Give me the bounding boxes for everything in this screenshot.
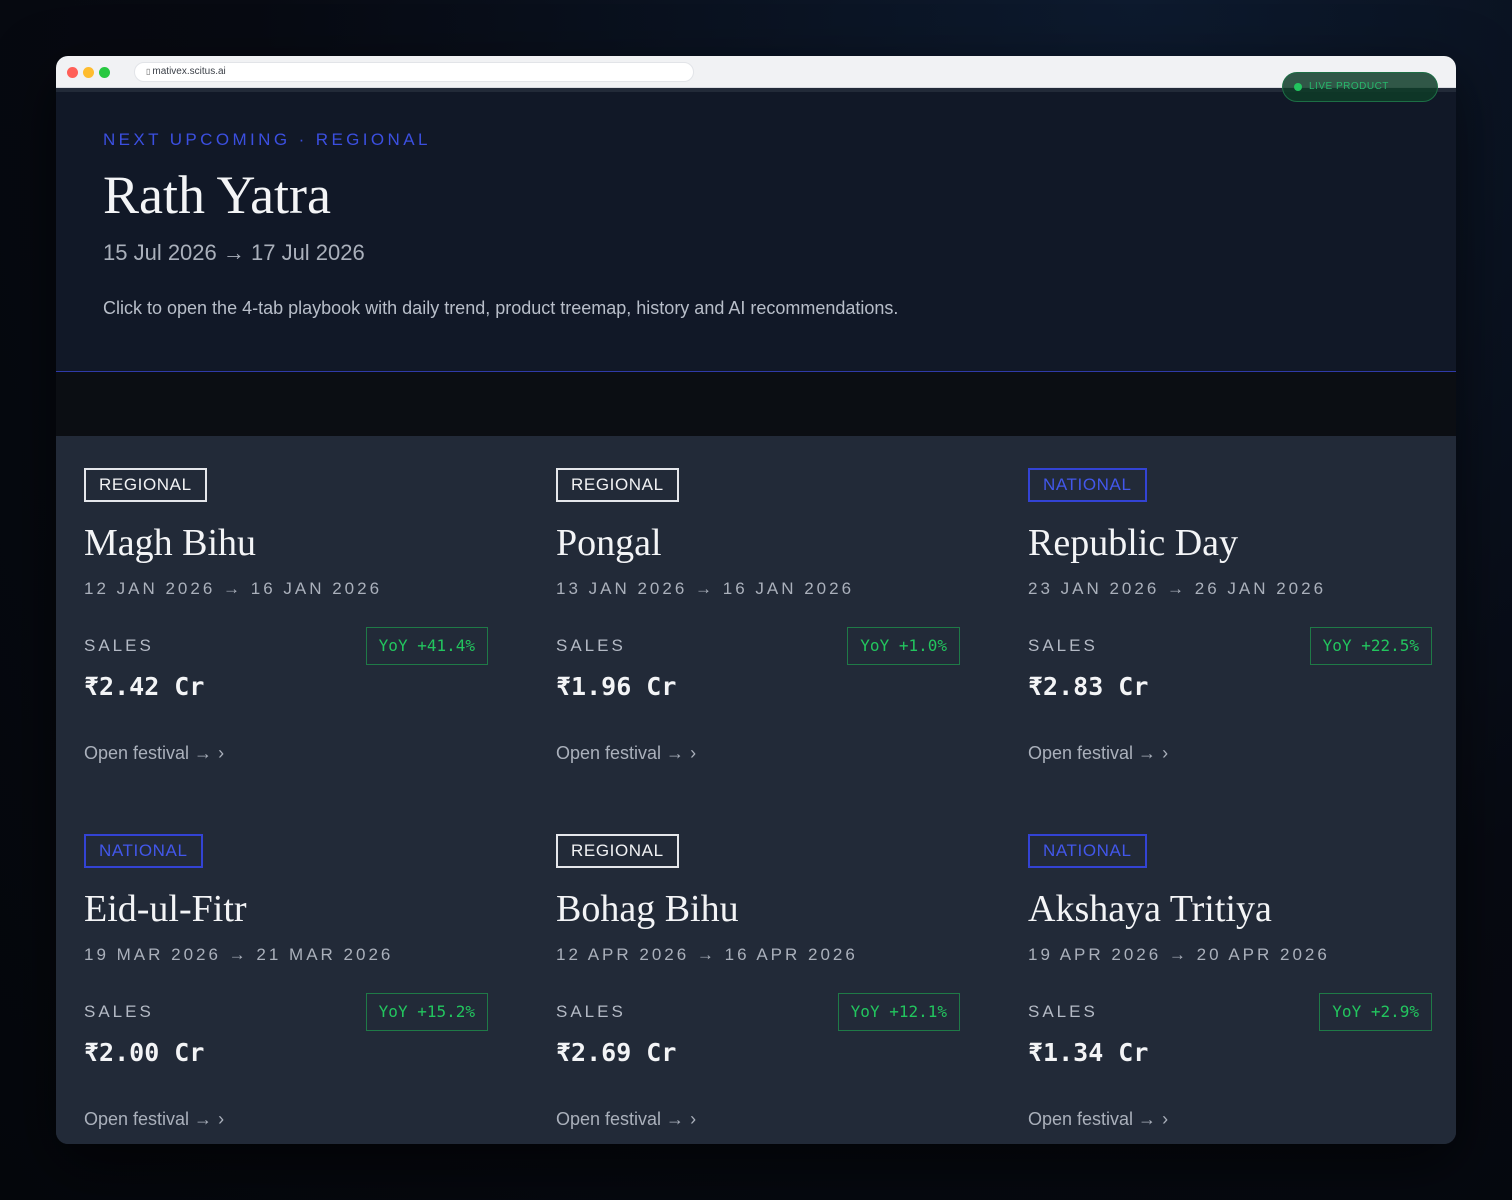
open-festival-link[interactable]: Open festival → › [1028, 743, 1168, 764]
yoy-badge: YoY +2.9% [1319, 993, 1432, 1031]
live-product-badge: LIVE PRODUCT [1282, 72, 1438, 102]
minimize-window-button[interactable] [83, 67, 94, 78]
yoy-badge: YoY +12.1% [837, 993, 960, 1031]
open-festival-link[interactable]: Open festival → › [556, 1109, 696, 1130]
chevron-right-icon: › [1162, 743, 1169, 763]
live-status-dot-icon [1294, 83, 1302, 91]
open-festival-label: Open festival → [1028, 743, 1157, 763]
open-festival-label: Open festival → [556, 1109, 685, 1129]
festival-card[interactable]: REGIONAL Pongal 13 JAN 2026 → 16 JAN 202… [556, 436, 960, 766]
browser-window: ▯ mativex.scitus.ai LIVE PRODUCT NEXT UPC… [56, 56, 1456, 1144]
hero-description: Click to open the 4-tab playbook with da… [103, 298, 899, 318]
sales-label: SALES [1028, 636, 1098, 655]
festival-name: Republic Day [1028, 522, 1239, 564]
chevron-right-icon: › [690, 1109, 697, 1129]
chevron-right-icon: › [218, 1109, 225, 1129]
section-divider-band [56, 372, 1456, 436]
festival-name: Eid-ul-Fitr [84, 888, 247, 930]
sales-value: ₹1.34 Cr [1028, 1038, 1149, 1067]
chevron-right-icon: › [1162, 1109, 1169, 1129]
festival-date-range: 13 JAN 2026 → 16 JAN 2026 [556, 579, 855, 598]
festival-name: Bohag Bihu [556, 888, 739, 930]
yoy-badge: YoY +41.4% [365, 627, 488, 665]
open-festival-link[interactable]: Open festival → › [84, 743, 224, 764]
yoy-badge: YoY +15.2% [365, 993, 488, 1031]
sales-label: SALES [84, 636, 154, 655]
next-upcoming-hero-card[interactable]: NEXT UPCOMING · REGIONAL Rath Yatra 15 J… [56, 92, 1456, 372]
sales-label: SALES [556, 1002, 626, 1021]
festival-tag: NATIONAL [1028, 834, 1147, 868]
sales-label: SALES [1028, 1002, 1098, 1021]
festival-grid: REGIONAL Magh Bihu 12 JAN 2026 → 16 JAN … [56, 436, 1456, 1144]
hero-eyebrow: NEXT UPCOMING · REGIONAL [103, 130, 431, 149]
sales-label: SALES [84, 1002, 154, 1021]
address-bar-url: mativex.scitus.ai [152, 66, 226, 77]
open-festival-link[interactable]: Open festival → › [1028, 1109, 1168, 1130]
yoy-badge: YoY +22.5% [1309, 627, 1432, 665]
address-bar[interactable]: ▯ mativex.scitus.ai [134, 62, 694, 82]
hero-dates: 15 Jul 2026 → 17 Jul 2026 [103, 240, 365, 265]
chevron-right-icon: › [690, 743, 697, 763]
festival-tag: NATIONAL [84, 834, 203, 868]
sales-value: ₹2.00 Cr [84, 1038, 205, 1067]
festival-date-range: 19 APR 2026 → 20 APR 2026 [1028, 945, 1330, 964]
festival-tag: REGIONAL [556, 834, 679, 868]
festival-name: Akshaya Tritiya [1028, 888, 1272, 930]
festival-card[interactable]: NATIONAL Eid-ul-Fitr 19 MAR 2026 → 21 MA… [84, 802, 488, 1132]
festival-date-range: 19 MAR 2026 → 21 MAR 2026 [84, 945, 394, 964]
chevron-right-icon: › [218, 743, 225, 763]
festival-card[interactable]: REGIONAL Bohag Bihu 12 APR 2026 → 16 APR… [556, 802, 960, 1132]
open-festival-label: Open festival → [84, 1109, 213, 1129]
festival-tag: REGIONAL [556, 468, 679, 502]
festival-name: Pongal [556, 522, 662, 564]
festival-date-range: 12 APR 2026 → 16 APR 2026 [556, 945, 858, 964]
festival-card[interactable]: REGIONAL Magh Bihu 12 JAN 2026 → 16 JAN … [84, 436, 488, 766]
hero-title: Rath Yatra [103, 165, 331, 225]
festival-card[interactable]: NATIONAL Akshaya Tritiya 19 APR 2026 → 2… [1028, 802, 1432, 1132]
live-product-label: LIVE PRODUCT [1309, 81, 1389, 92]
festival-tag: NATIONAL [1028, 468, 1147, 502]
open-festival-link[interactable]: Open festival → › [84, 1109, 224, 1130]
sales-label: SALES [556, 636, 626, 655]
close-window-button[interactable] [67, 67, 78, 78]
festival-date-range: 12 JAN 2026 → 16 JAN 2026 [84, 579, 383, 598]
open-festival-label: Open festival → [1028, 1109, 1157, 1129]
festival-date-range: 23 JAN 2026 → 26 JAN 2026 [1028, 579, 1327, 598]
festival-card[interactable]: NATIONAL Republic Day 23 JAN 2026 → 26 J… [1028, 436, 1432, 766]
festival-name: Magh Bihu [84, 522, 257, 564]
yoy-badge: YoY +1.0% [847, 627, 960, 665]
open-festival-label: Open festival → [556, 743, 685, 763]
sales-value: ₹2.83 Cr [1028, 672, 1149, 701]
sales-value: ₹2.69 Cr [556, 1038, 677, 1067]
lock-icon: ▯ [146, 67, 151, 76]
browser-chrome: ▯ mativex.scitus.ai [56, 56, 1456, 88]
maximize-window-button[interactable] [99, 67, 110, 78]
sales-value: ₹1.96 Cr [556, 672, 677, 701]
open-festival-link[interactable]: Open festival → › [556, 743, 696, 764]
sales-value: ₹2.42 Cr [84, 672, 205, 701]
festival-tag: REGIONAL [84, 468, 207, 502]
open-festival-label: Open festival → [84, 743, 213, 763]
